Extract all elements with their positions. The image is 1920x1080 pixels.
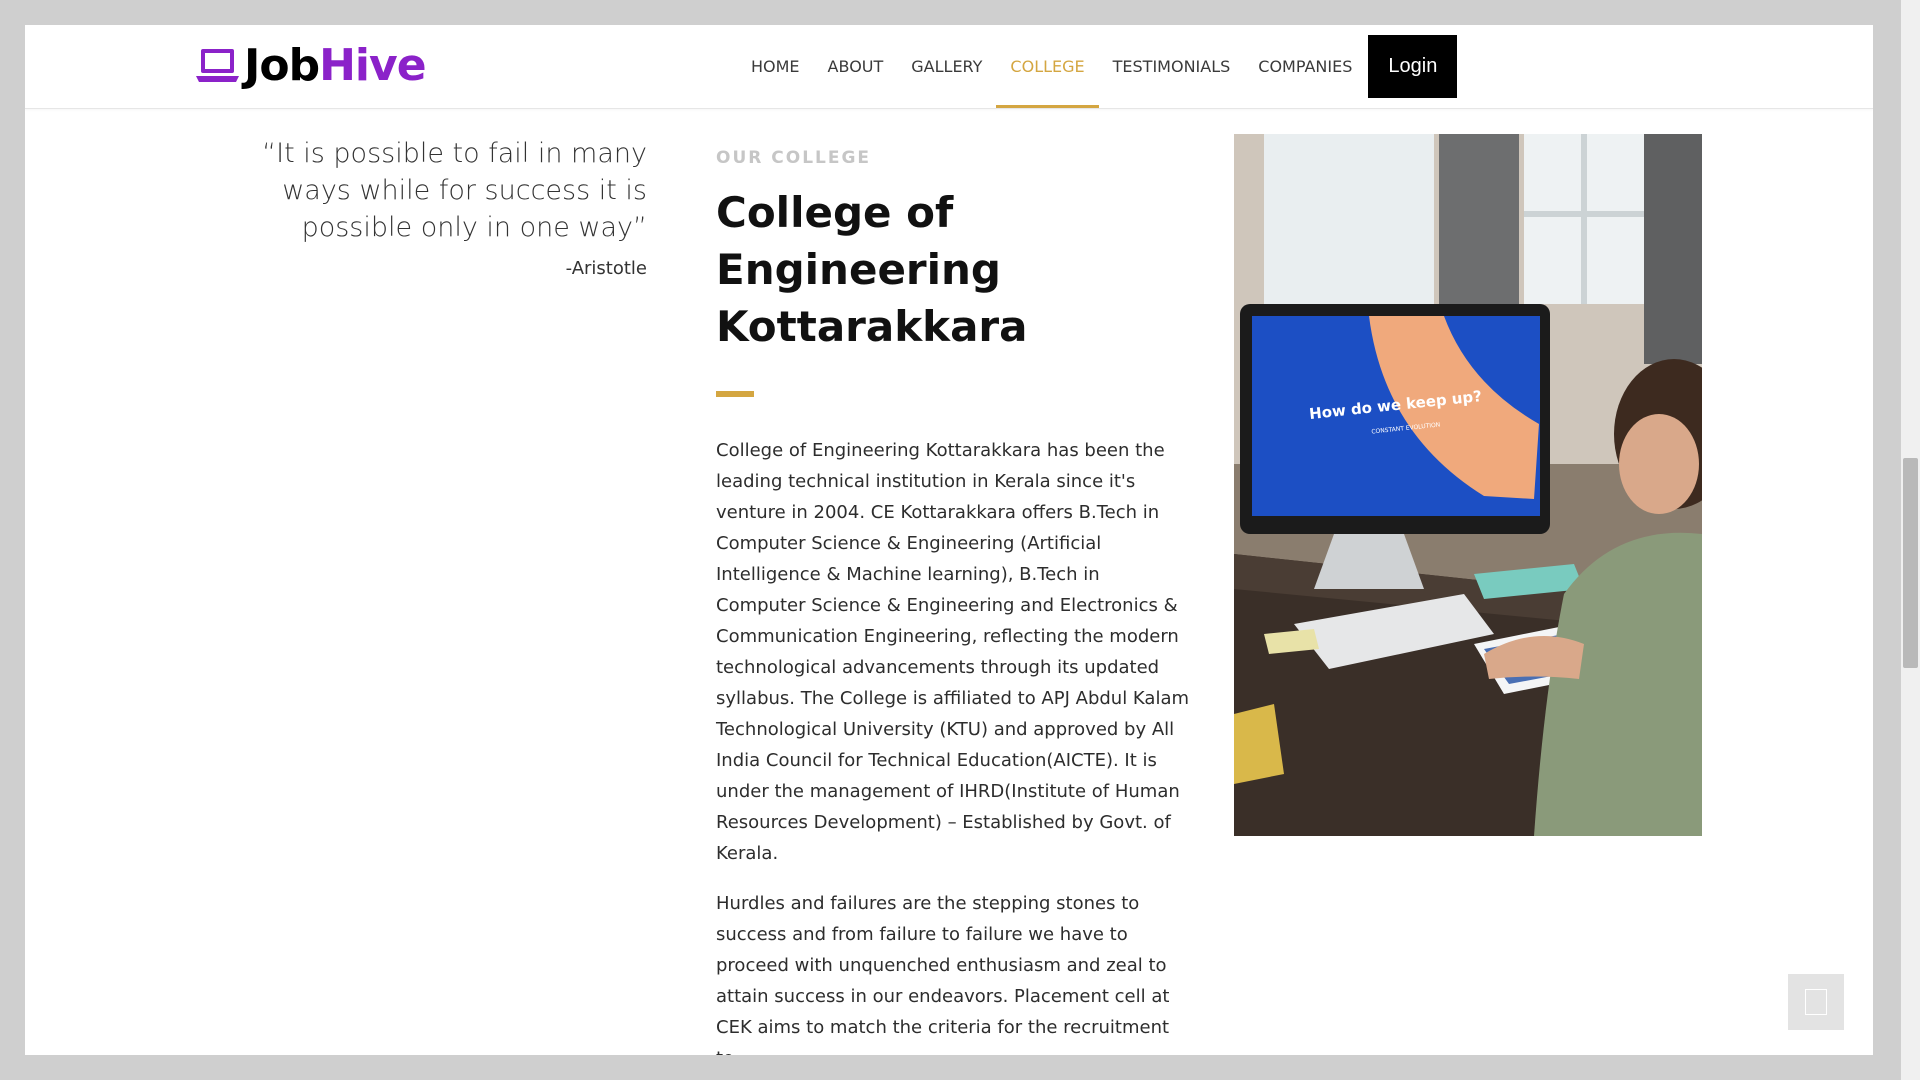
nav-home[interactable]: HOME — [737, 25, 814, 108]
section-eyebrow: OUR COLLEGE — [716, 148, 872, 168]
page-scrollbar[interactable] — [1901, 0, 1920, 1080]
college-description: College of Engineering Kottarakkara has … — [716, 440, 1190, 864]
logo-text-hive: Hive — [319, 39, 426, 91]
college-title: College of Engineering Kottarakkara — [716, 188, 1028, 351]
laptop-icon — [196, 49, 239, 82]
college-section: OUR COLLEGE College of Engineering Kotta… — [716, 148, 1191, 1055]
main-nav: HOME ABOUT GALLERY COLLEGE TESTIMONIALS … — [737, 25, 1458, 108]
page: Job Hive HOME ABOUT GALLERY COLLEGE TESTI… — [25, 25, 1873, 1055]
photo-illustration: How do we keep up? CONSTANT EVOLUTION — [1234, 134, 1702, 836]
scrollbar-thumb[interactable] — [1903, 458, 1918, 668]
nav-companies[interactable]: COMPANIES — [1244, 25, 1366, 108]
site-header: Job Hive HOME ABOUT GALLERY COLLEGE TESTI… — [25, 25, 1873, 109]
nav-about[interactable]: ABOUT — [814, 25, 898, 108]
placement-description: Hurdles and failures are the stepping st… — [716, 893, 1170, 1055]
logo-text-job: Job — [244, 39, 320, 91]
quote-author: -Aristotle — [565, 258, 647, 279]
accent-divider — [716, 391, 754, 397]
login-button[interactable]: Login — [1368, 35, 1458, 98]
logo[interactable]: Job Hive — [195, 35, 427, 95]
quote-text: “It is possible to fail in many ways whi… — [262, 138, 647, 243]
nav-college[interactable]: COLLEGE — [996, 25, 1099, 108]
scroll-to-top-button[interactable] — [1788, 974, 1844, 1030]
college-photo: How do we keep up? CONSTANT EVOLUTION — [1234, 134, 1702, 836]
quote-block: “It is possible to fail in many ways whi… — [205, 135, 647, 279]
nav-gallery[interactable]: GALLERY — [897, 25, 996, 108]
nav-testimonials[interactable]: TESTIMONIALS — [1099, 25, 1245, 108]
arrow-up-icon — [1805, 989, 1827, 1015]
